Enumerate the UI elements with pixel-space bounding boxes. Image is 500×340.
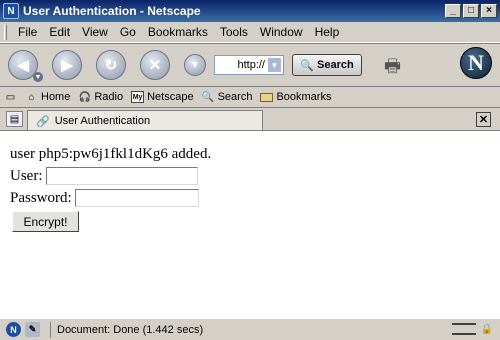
stop-button[interactable]: ✕ bbox=[140, 50, 170, 80]
print-button[interactable]: 🖶 bbox=[384, 54, 410, 76]
netscape-app-icon[interactable]: N bbox=[3, 3, 19, 19]
toolbar-grip[interactable] bbox=[4, 24, 7, 40]
forward-arrow-icon: ▶ bbox=[61, 57, 73, 74]
bookmark-radio[interactable]: 🎧 Radio bbox=[78, 91, 123, 103]
bookmarks-folder-label: Bookmarks bbox=[276, 91, 332, 103]
window-title: User Authentication - Netscape bbox=[23, 4, 201, 18]
page-content: user php5:pw6j1fkl1dKg6 added. User: Pas… bbox=[0, 130, 500, 318]
page-link-icon: 🔗 bbox=[36, 115, 50, 128]
minimize-button[interactable]: _ bbox=[445, 4, 461, 18]
status-bar: N ✎ Document: Done (1.442 secs) 🔒 bbox=[0, 318, 500, 340]
radio-icon: 🎧 bbox=[78, 91, 92, 103]
bookmark-radio-label: Radio bbox=[94, 91, 124, 103]
user-label: User: bbox=[10, 168, 43, 184]
search-icon: 🔍 bbox=[201, 91, 215, 103]
bookmark-netscape[interactable]: My Netscape bbox=[131, 91, 194, 103]
tab-label: User Authentication bbox=[54, 115, 151, 127]
online-connection-icon[interactable] bbox=[452, 323, 476, 335]
back-button[interactable]: ◀ ▼ bbox=[8, 50, 43, 82]
reload-button[interactable]: ↻ bbox=[96, 50, 126, 80]
new-tab-icon[interactable]: ▤ bbox=[6, 111, 23, 127]
my-netscape-icon: My bbox=[131, 91, 145, 103]
back-arrow-icon: ◀ bbox=[17, 57, 29, 74]
printer-icon: 🖶 bbox=[384, 56, 401, 76]
security-lock-icon[interactable]: 🔒 bbox=[480, 322, 494, 336]
personal-toolbar-menu[interactable]: ▭ bbox=[4, 91, 17, 103]
url-input[interactable]: http:// ▼ bbox=[214, 55, 284, 75]
search-button-label: Search bbox=[317, 59, 354, 71]
magnifier-icon: 🔍 bbox=[300, 59, 314, 72]
maximize-button[interactable]: □ bbox=[463, 4, 479, 18]
encrypt-button[interactable]: Encrypt! bbox=[12, 211, 79, 232]
bookmark-search-label: Search bbox=[217, 91, 253, 103]
url-text: http:// bbox=[237, 59, 265, 71]
password-row: Password: bbox=[10, 187, 500, 209]
close-window-button[interactable]: × bbox=[481, 4, 497, 18]
menu-edit[interactable]: Edit bbox=[43, 25, 76, 39]
navigation-toolbar: ◀ ▼ ▶ ↻ ✕ ▼ http:// ▼ 🔍 Search 🖶 bbox=[0, 43, 500, 86]
menu-bar: File Edit View Go Bookmarks Tools Window… bbox=[0, 22, 500, 43]
chevron-down-icon: ▼ bbox=[190, 59, 200, 71]
go-dropdown-button[interactable]: ▼ bbox=[184, 54, 206, 76]
menu-bookmarks[interactable]: Bookmarks bbox=[142, 25, 214, 39]
compose-icon[interactable]: ✎ bbox=[25, 322, 40, 337]
menu-view[interactable]: View bbox=[76, 25, 114, 39]
folder-icon bbox=[260, 92, 274, 102]
user-input[interactable] bbox=[45, 167, 198, 185]
bookmark-search[interactable]: 🔍 Search bbox=[202, 91, 253, 103]
navigator-icon[interactable]: N bbox=[6, 322, 21, 337]
search-button[interactable]: 🔍 Search bbox=[292, 54, 362, 76]
tab-user-authentication[interactable]: 🔗 User Authentication bbox=[27, 110, 263, 131]
menu-go[interactable]: Go bbox=[114, 25, 142, 39]
menu-window[interactable]: Window bbox=[254, 25, 309, 39]
bookmark-home[interactable]: ⌂ Home bbox=[25, 91, 70, 103]
menu-tools[interactable]: Tools bbox=[214, 25, 254, 39]
close-tab-button[interactable]: ✕ bbox=[476, 112, 491, 127]
url-dropdown-icon[interactable]: ▼ bbox=[268, 58, 281, 72]
reload-icon: ↻ bbox=[104, 57, 118, 74]
netscape-logo[interactable]: N bbox=[460, 47, 492, 79]
bookmark-home-label: Home bbox=[41, 91, 71, 103]
toolbar-menu-icon: ▭ bbox=[5, 91, 16, 103]
stop-icon: ✕ bbox=[148, 57, 162, 74]
password-input[interactable] bbox=[74, 189, 199, 207]
bookmark-netscape-label: Netscape bbox=[147, 91, 194, 103]
back-history-dropdown[interactable]: ▼ bbox=[33, 72, 43, 82]
password-label: Password: bbox=[10, 190, 72, 206]
home-icon: ⌂ bbox=[28, 91, 35, 103]
tab-bar: ▤ 🔗 User Authentication ✕ bbox=[0, 107, 500, 131]
forward-button[interactable]: ▶ bbox=[52, 50, 82, 80]
menu-file[interactable]: File bbox=[12, 25, 43, 39]
status-text: Document: Done (1.442 secs) bbox=[50, 321, 203, 338]
personal-toolbar: ▭ ⌂ Home 🎧 Radio My Netscape 🔍 Search Bo… bbox=[0, 86, 500, 107]
menu-help[interactable]: Help bbox=[309, 25, 346, 39]
status-message: user php5:pw6j1fkl1dKg6 added. bbox=[10, 146, 212, 162]
user-row: User: bbox=[10, 165, 500, 187]
bookmarks-folder[interactable]: Bookmarks bbox=[260, 91, 331, 103]
title-bar: N User Authentication - Netscape _ □ × bbox=[0, 0, 500, 22]
